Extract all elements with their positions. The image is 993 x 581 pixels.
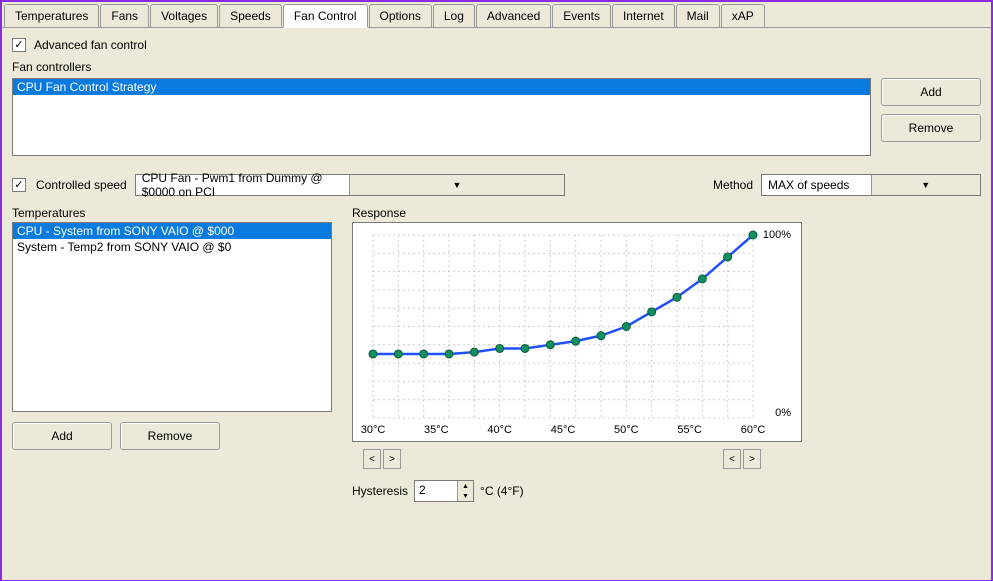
- tab-fans[interactable]: Fans: [100, 4, 149, 27]
- y-max-label: 100%: [763, 229, 791, 241]
- tab-voltages[interactable]: Voltages: [150, 4, 218, 27]
- tab-fan-control[interactable]: Fan Control: [283, 4, 368, 28]
- response-chart: 30°C35°C40°C45°C50°C55°C60°C 100% 0% < >…: [352, 222, 802, 442]
- hysteresis-down-button[interactable]: ▼: [458, 491, 473, 501]
- list-item[interactable]: CPU Fan Control Strategy: [13, 79, 870, 95]
- svg-text:30°C: 30°C: [361, 424, 386, 436]
- chevron-down-icon: ▼: [871, 175, 981, 195]
- hysteresis-value: 2: [415, 481, 457, 501]
- x-min-nav: < >: [363, 449, 401, 469]
- hysteresis-up-button[interactable]: ▲: [458, 481, 473, 491]
- tab-log[interactable]: Log: [433, 4, 475, 27]
- x-min-increase-button[interactable]: >: [383, 449, 401, 469]
- svg-text:45°C: 45°C: [551, 424, 576, 436]
- controlled-speed-select[interactable]: CPU Fan - Pwm1 from Dummy @ $0000 on PCI…: [135, 174, 565, 196]
- tabs-bar: TemperaturesFansVoltagesSpeedsFan Contro…: [2, 2, 991, 28]
- advanced-fan-checkbox[interactable]: ✓: [12, 38, 26, 52]
- tab-events[interactable]: Events: [552, 4, 611, 27]
- tab-internet[interactable]: Internet: [612, 4, 675, 27]
- tab-advanced[interactable]: Advanced: [476, 4, 551, 27]
- method-label: Method: [713, 178, 753, 192]
- svg-text:35°C: 35°C: [424, 424, 449, 436]
- response-label: Response: [352, 206, 981, 220]
- x-max-decrease-button[interactable]: <: [723, 449, 741, 469]
- temperatures-list[interactable]: CPU - System from SONY VAIO @ $000System…: [12, 222, 332, 412]
- fan-control-panel: ✓ Advanced fan control Fan controllers C…: [2, 28, 991, 580]
- controlled-speed-label: Controlled speed: [34, 178, 127, 192]
- temperatures-label: Temperatures: [12, 206, 332, 220]
- chevron-down-icon: ▼: [349, 175, 564, 195]
- remove-temperature-button[interactable]: Remove: [120, 422, 220, 450]
- controlled-speed-value: CPU Fan - Pwm1 from Dummy @ $0000 on PCI: [136, 171, 350, 199]
- add-controller-button[interactable]: Add: [881, 78, 981, 106]
- list-item[interactable]: System - Temp2 from SONY VAIO @ $0: [13, 239, 331, 255]
- controlled-speed-checkbox[interactable]: ✓: [12, 178, 26, 192]
- fan-controllers-list[interactable]: CPU Fan Control Strategy: [12, 78, 871, 156]
- fan-controllers-label: Fan controllers: [12, 60, 981, 74]
- hysteresis-label: Hysteresis: [352, 484, 408, 498]
- x-max-nav: < >: [723, 449, 761, 469]
- method-select[interactable]: MAX of speeds ▼: [761, 174, 981, 196]
- x-min-decrease-button[interactable]: <: [363, 449, 381, 469]
- svg-text:40°C: 40°C: [487, 424, 512, 436]
- tab-temperatures[interactable]: Temperatures: [4, 4, 99, 27]
- svg-text:60°C: 60°C: [741, 424, 766, 436]
- tab-speeds[interactable]: Speeds: [219, 4, 282, 27]
- tab-xap[interactable]: xAP: [721, 4, 765, 27]
- remove-controller-button[interactable]: Remove: [881, 114, 981, 142]
- svg-text:50°C: 50°C: [614, 424, 639, 436]
- add-temperature-button[interactable]: Add: [12, 422, 112, 450]
- tab-mail[interactable]: Mail: [676, 4, 720, 27]
- list-item[interactable]: CPU - System from SONY VAIO @ $000: [13, 223, 331, 239]
- tab-options[interactable]: Options: [369, 4, 432, 27]
- y-min-label: 0%: [775, 407, 791, 419]
- hysteresis-unit: °C (4°F): [480, 484, 524, 498]
- hysteresis-stepper[interactable]: 2 ▲ ▼: [414, 480, 474, 502]
- svg-text:55°C: 55°C: [677, 424, 702, 436]
- x-max-increase-button[interactable]: >: [743, 449, 761, 469]
- advanced-fan-label: Advanced fan control: [32, 38, 147, 52]
- method-value: MAX of speeds: [762, 178, 871, 192]
